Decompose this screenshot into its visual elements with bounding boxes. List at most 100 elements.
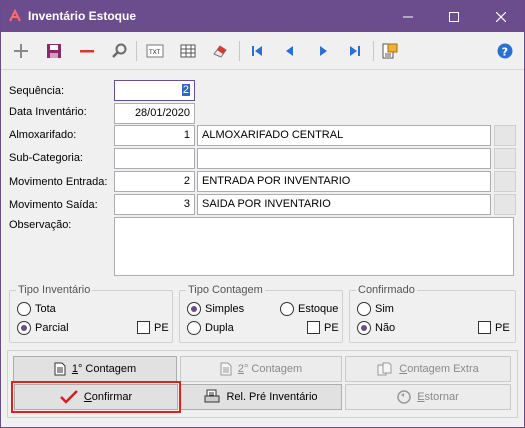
- tipo-contagem-pe-checkbox[interactable]: PE: [307, 321, 339, 334]
- minimize-button[interactable]: [385, 1, 431, 32]
- radio-checked-icon: [187, 302, 201, 316]
- confirmado-nao-label: Não: [375, 322, 396, 334]
- tipo-inventario-total-label: Tota: [35, 303, 56, 315]
- tipo-inventario-pe-label: PE: [154, 321, 169, 334]
- movimento-saida-code-field[interactable]: 3: [114, 194, 195, 215]
- primeira-contagem-button[interactable]: 1° Contagem: [13, 356, 177, 382]
- title-bar: Inventário Estoque: [1, 1, 524, 32]
- tipo-inventario-parcial-radio[interactable]: Parcial: [17, 321, 69, 335]
- primeira-contagem-label: 1° Contagem: [71, 363, 137, 375]
- app-logo-icon: [9, 9, 21, 22]
- plus-icon: [14, 44, 28, 58]
- movimento-entrada-label: Movimento Entrada:: [9, 176, 108, 188]
- tipo-contagem-title: Tipo Contagem: [186, 284, 265, 296]
- radio-checked-icon: [17, 321, 31, 335]
- radio-checked-icon: [357, 321, 371, 335]
- tipo-inventario-pe-checkbox[interactable]: PE: [137, 321, 169, 334]
- almoxarifado-lookup-button[interactable]: [494, 125, 516, 146]
- segunda-contagem-button[interactable]: 2° Contagem: [180, 356, 342, 382]
- rel-pre-inventario-label: Rel. Pré Inventário: [226, 391, 318, 403]
- estornar-button[interactable]: Estornar: [345, 384, 511, 410]
- eraser-icon: [213, 45, 227, 58]
- svg-text:?: ?: [502, 46, 508, 59]
- document-icon: [54, 362, 66, 376]
- almoxarifado-label: Almoxarifado:: [9, 129, 77, 141]
- tipo-contagem-dupla-label: Dupla: [205, 322, 234, 334]
- tipo-contagem-estoque-label: Estoque: [298, 303, 339, 315]
- segunda-contagem-label: 2° Contagem: [237, 363, 303, 375]
- inventario-window: Inventário Estoque TXT ? Sequência: Data…: [0, 0, 525, 428]
- movimento-entrada-code-field[interactable]: 2: [114, 171, 195, 192]
- previous-record-icon: [286, 46, 293, 56]
- movimento-entrada-lookup-button[interactable]: [494, 171, 516, 192]
- document-icon: [220, 362, 232, 376]
- confirmado-sim-label: Sim: [375, 303, 394, 315]
- report-button[interactable]: [379, 40, 401, 62]
- contagem-extra-button[interactable]: Contagem Extra: [345, 356, 511, 382]
- last-record-icon: [350, 46, 360, 56]
- movimento-entrada-description-field[interactable]: ENTRADA POR INVENTARIO: [197, 171, 491, 192]
- minimize-icon: [403, 16, 413, 17]
- tipo-inventario-total-radio[interactable]: Tota: [17, 302, 56, 316]
- clear-button[interactable]: [209, 40, 231, 62]
- sub-categoria-description-field[interactable]: [197, 148, 491, 169]
- estornar-label: Estornar: [417, 391, 459, 403]
- help-icon: ?: [497, 43, 513, 59]
- radio-unchecked-icon: [17, 302, 31, 316]
- first-record-icon: [252, 46, 262, 56]
- almoxarifado-description-field[interactable]: ALMOXARIFADO CENTRAL: [197, 125, 491, 146]
- toolbar-separator: [239, 41, 240, 61]
- last-record-button[interactable]: [344, 40, 366, 62]
- table-icon: [180, 44, 196, 58]
- confirmado-title: Confirmado: [356, 284, 417, 296]
- close-button[interactable]: [478, 1, 524, 32]
- next-record-icon: [320, 46, 327, 56]
- next-record-button[interactable]: [312, 40, 334, 62]
- save-button[interactable]: [43, 40, 65, 62]
- confirmado-pe-checkbox[interactable]: PE: [478, 321, 510, 334]
- report-icon: [382, 43, 398, 59]
- data-inventario-field[interactable]: 28/01/2020: [114, 103, 195, 124]
- observacao-textarea[interactable]: [114, 217, 514, 276]
- tipo-contagem-pe-label: PE: [324, 321, 339, 334]
- checkbox-icon: [137, 321, 150, 334]
- toolbar: TXT ?: [1, 32, 524, 70]
- search-button[interactable]: [108, 40, 130, 62]
- previous-record-button[interactable]: [279, 40, 301, 62]
- sub-categoria-label: Sub-Categoria:: [9, 152, 83, 164]
- tipo-contagem-estoque-radio[interactable]: Estoque: [280, 302, 338, 316]
- delete-button[interactable]: [76, 40, 98, 62]
- maximize-button[interactable]: [431, 1, 477, 32]
- radio-unchecked-icon: [357, 302, 371, 316]
- sub-categoria-code-field[interactable]: [114, 148, 195, 169]
- minus-icon: [80, 50, 94, 53]
- almoxarifado-code-field[interactable]: 1: [114, 125, 195, 146]
- confirmado-group: Confirmado Sim Não PE: [349, 284, 516, 343]
- confirmado-pe-label: PE: [495, 321, 510, 334]
- text-export-icon: TXT: [146, 44, 164, 58]
- tipo-contagem-simples-radio[interactable]: Simples: [187, 302, 244, 316]
- observacao-label: Observação:: [9, 219, 72, 231]
- confirmado-sim-radio[interactable]: Sim: [357, 302, 394, 316]
- documents-icon: [377, 362, 392, 376]
- help-button[interactable]: ?: [494, 40, 516, 62]
- tipo-contagem-dupla-radio[interactable]: Dupla: [187, 321, 234, 335]
- tipo-contagem-group: Tipo Contagem Simples Estoque Dupla PE: [179, 284, 343, 343]
- toolbar-separator: [373, 41, 374, 61]
- rel-pre-inventario-button[interactable]: Rel. Pré Inventário: [180, 384, 342, 410]
- confirmado-nao-radio[interactable]: Não: [357, 321, 395, 335]
- svg-text:TXT: TXT: [148, 49, 161, 56]
- radio-unchecked-icon: [280, 302, 294, 316]
- toolbar-separator: [136, 41, 137, 61]
- tipo-contagem-simples-label: Simples: [205, 303, 245, 315]
- save-icon: [47, 44, 61, 58]
- grid-button[interactable]: [177, 40, 199, 62]
- add-button[interactable]: [10, 40, 32, 62]
- movimento-saida-lookup-button[interactable]: [494, 194, 516, 215]
- movimento-saida-description-field[interactable]: SAIDA POR INVENTARIO: [197, 194, 491, 215]
- first-record-button[interactable]: [246, 40, 268, 62]
- sub-categoria-lookup-button[interactable]: [494, 148, 516, 169]
- data-inventario-label: Data Inventário:: [9, 106, 87, 118]
- text-export-button[interactable]: TXT: [144, 40, 166, 62]
- sequencia-field[interactable]: 2: [114, 80, 195, 101]
